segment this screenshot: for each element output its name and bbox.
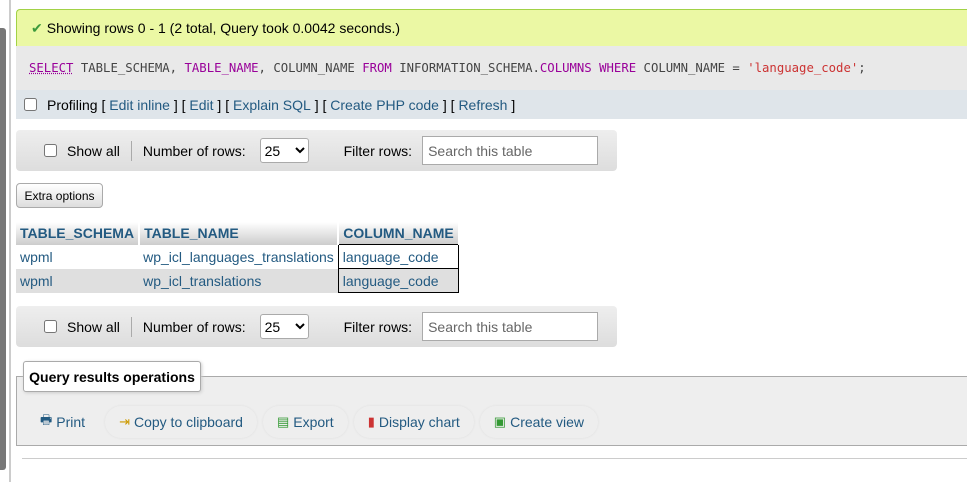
operations-legend: Query results operations (23, 361, 201, 392)
copy-to-clipboard-button[interactable]: ⇥ Copy to clipboard (105, 406, 257, 438)
extra-options-button[interactable]: Extra options (16, 183, 103, 208)
cell[interactable]: wp_icl_languages_translations (139, 244, 339, 269)
navigation-bar-top: Show all Number of rows: 25 Filter rows:… (16, 130, 617, 171)
cell[interactable]: wpml (16, 244, 140, 269)
table-row: wpml wp_icl_languages_translations languag… (16, 244, 460, 269)
create-php-code-link[interactable]: Create PHP code (330, 97, 439, 113)
explain-sql-link[interactable]: Explain SQL (233, 97, 311, 113)
edit-inline-link[interactable]: Edit inline (109, 97, 170, 113)
print-label: Print (56, 414, 86, 430)
results-table: TABLE_SCHEMA TABLE_NAME COLUMN_NAME wpml wp… (16, 222, 460, 293)
profiling-checkbox[interactable] (24, 98, 37, 111)
sql-query: SELECT TABLE_SCHEMA, TABLE_NAME, COLUMN_… (16, 46, 967, 90)
divider (9, 0, 11, 482)
sql-text: COLUMN_NAME = (636, 61, 748, 75)
create-view-icon: ▣ (493, 414, 507, 429)
check-icon: ✔ (31, 19, 43, 36)
rows-select[interactable]: 25 (259, 138, 309, 163)
sql-keyword: WHERE (599, 61, 637, 75)
cell[interactable]: wpml (16, 268, 140, 293)
rows-label: Number of rows: (142, 318, 246, 335)
sql-text: ; (858, 61, 866, 75)
refresh-link[interactable]: Refresh (458, 97, 507, 113)
show-all-checkbox[interactable] (44, 320, 57, 333)
sql-text: TABLE_SCHEMA, (73, 61, 185, 75)
rows-select[interactable]: 25 (259, 314, 309, 339)
clipboard-icon: ⇥ (119, 414, 130, 429)
show-all-label: Show all (67, 142, 120, 159)
separator (130, 316, 132, 337)
sql-text: INFORMATION_SCHEMA. (391, 61, 540, 75)
query-links-bar: Profiling [ Edit inline ] [ Edit ] [ Exp… (16, 90, 967, 119)
print-button[interactable]: 🖶 Print (26, 406, 99, 438)
filter-input[interactable]: Search this table (422, 136, 599, 165)
show-all-checkbox[interactable] (44, 144, 57, 157)
chart-icon: ▮ (367, 414, 375, 429)
cell[interactable]: language_code (337, 268, 460, 293)
create-view-button[interactable]: ▣ Create view (479, 406, 598, 438)
column-header[interactable]: TABLE_SCHEMA (16, 222, 141, 245)
rows-label: Number of rows: (142, 142, 246, 159)
display-chart-label: Display chart (378, 414, 460, 430)
message-text: Showing rows 0 - 1 (2 total, Query took … (46, 20, 401, 36)
export-icon: ▤ (276, 414, 290, 429)
filter-label: Filter rows: (343, 142, 413, 159)
printer-icon: 🖶 (40, 412, 53, 427)
cell[interactable]: wp_icl_translations (139, 268, 339, 293)
resize-handle[interactable] (0, 28, 6, 470)
sql-keyword: TABLE_NAME (184, 61, 259, 75)
profiling-label: Profiling (47, 96, 98, 113)
divider (22, 458, 967, 459)
table-row: wpml wp_icl_translations language_code (16, 268, 460, 293)
sql-keyword: COLUMNS (539, 61, 592, 75)
success-message: ✔ Showing rows 0 - 1 (2 total, Query too… (16, 9, 967, 46)
navigation-bar-bottom: Show all Number of rows: 25 Filter rows:… (16, 306, 617, 347)
display-chart-button[interactable]: ▮ Display chart (353, 406, 474, 438)
sql-text: , COLUMN_NAME (258, 61, 363, 75)
create-view-label: Create view (510, 414, 584, 430)
cell[interactable]: language_code (337, 244, 460, 269)
edit-link[interactable]: Edit (189, 97, 213, 113)
show-all-label: Show all (67, 318, 120, 335)
filter-label: Filter rows: (343, 318, 413, 335)
sql-keyword: FROM (362, 61, 392, 75)
sql-keyword[interactable]: SELECT (29, 61, 73, 75)
column-header[interactable]: COLUMN_NAME (338, 222, 460, 245)
export-label: Export (293, 414, 334, 430)
filter-input[interactable]: Search this table (422, 312, 599, 341)
column-header[interactable]: TABLE_NAME (139, 222, 340, 245)
copy-label: Copy to clipboard (133, 414, 243, 430)
operations-list: 🖶 Print ⇥ Copy to clipboard ▤ Export ▮ Displ… (26, 406, 598, 438)
export-button[interactable]: ▤ Export (262, 406, 348, 438)
sql-string: 'language_code' (747, 61, 859, 75)
separator (130, 140, 132, 161)
